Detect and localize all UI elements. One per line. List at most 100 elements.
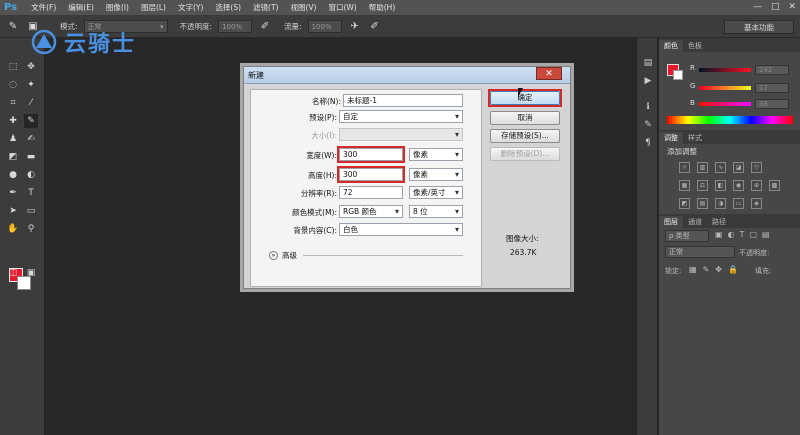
resolution-unit-select[interactable]: 像素/英寸 bbox=[409, 186, 463, 199]
marquee-tool-icon[interactable]: ⬚ bbox=[6, 60, 20, 74]
lock-paint-icon[interactable]: ✎ bbox=[703, 265, 710, 274]
height-unit-select[interactable]: 像素 bbox=[409, 168, 463, 181]
adjust-filter-icon[interactable]: ◐ bbox=[728, 230, 735, 239]
eyedropper-tool-icon[interactable]: ⁄ bbox=[24, 96, 38, 110]
type-filter-icon[interactable]: T bbox=[740, 230, 745, 239]
history-panel-icon[interactable]: ▤ bbox=[641, 56, 655, 70]
lock-position-icon[interactable]: ✥ bbox=[715, 265, 722, 274]
workspace-select[interactable]: 基本功能 bbox=[724, 20, 794, 34]
color-lookup-icon[interactable]: ▩ bbox=[769, 180, 780, 191]
hue-icon[interactable]: ▦ bbox=[679, 180, 690, 191]
tab-adjustments[interactable]: 调整 bbox=[659, 132, 683, 144]
minimize-button[interactable]: — bbox=[753, 2, 762, 12]
tab-color[interactable]: 颜色 bbox=[659, 40, 683, 52]
menu-layer[interactable]: 图层(L) bbox=[135, 2, 172, 13]
background-select[interactable]: 白色 bbox=[339, 223, 463, 236]
tool-presets-icon[interactable]: ✎ bbox=[641, 118, 655, 132]
dialog-close-button[interactable]: ✕ bbox=[536, 67, 562, 80]
move-tool-icon[interactable]: ✥ bbox=[24, 60, 38, 74]
menu-edit[interactable]: 编辑(E) bbox=[62, 2, 100, 13]
tab-layers[interactable]: 图层 bbox=[659, 216, 683, 228]
g-slider[interactable] bbox=[699, 86, 751, 90]
r-value-field[interactable]: 242 bbox=[755, 65, 789, 75]
menu-help[interactable]: 帮助(H) bbox=[363, 2, 402, 13]
type-tool-icon[interactable]: T bbox=[24, 186, 38, 200]
tab-channels[interactable]: 通道 bbox=[683, 216, 707, 228]
pixel-filter-icon[interactable]: ▣ bbox=[715, 230, 723, 239]
tab-paths[interactable]: 路径 bbox=[707, 216, 731, 228]
brightness-icon[interactable]: ☼ bbox=[679, 162, 690, 173]
panel-bg-swatch[interactable] bbox=[673, 70, 683, 80]
menu-type[interactable]: 文字(Y) bbox=[172, 2, 209, 13]
lasso-tool-icon[interactable]: ◌ bbox=[6, 78, 20, 92]
bit-depth-select[interactable]: 8 位 bbox=[409, 205, 463, 218]
levels-icon[interactable]: ▥ bbox=[697, 162, 708, 173]
dodge-tool-icon[interactable]: ◐ bbox=[24, 168, 38, 182]
path-select-tool-icon[interactable]: ➤ bbox=[6, 204, 20, 218]
advanced-toggle[interactable]: » 高级 bbox=[269, 250, 297, 261]
invert-icon[interactable]: ◩ bbox=[679, 198, 690, 209]
exposure-icon[interactable]: ◪ bbox=[733, 162, 744, 173]
brush-tool-icon[interactable]: ✎ bbox=[24, 114, 38, 128]
actions-panel-icon[interactable]: ▶ bbox=[641, 74, 655, 88]
screen-mode-icon[interactable]: ▣ bbox=[24, 266, 38, 280]
name-field[interactable]: 未标题-1 bbox=[343, 94, 463, 107]
b-value-field[interactable]: 36 bbox=[755, 99, 789, 109]
gradient-tool-icon[interactable]: ▬ bbox=[24, 150, 38, 164]
tab-swatches[interactable]: 色板 bbox=[683, 40, 707, 52]
pressure-opacity-icon[interactable]: ✐ bbox=[258, 20, 272, 34]
color-mode-select[interactable]: RGB 颜色 bbox=[339, 205, 403, 218]
curves-icon[interactable]: ∿ bbox=[715, 162, 726, 173]
quick-mask-icon[interactable]: ◫ bbox=[6, 266, 20, 280]
smart-filter-icon[interactable]: ▤ bbox=[762, 230, 770, 239]
menu-filter[interactable]: 滤镜(T) bbox=[247, 2, 284, 13]
menu-select[interactable]: 选择(S) bbox=[209, 2, 247, 13]
vibrance-icon[interactable]: ▽ bbox=[751, 162, 762, 173]
maximize-button[interactable]: □ bbox=[771, 2, 780, 12]
close-window-button[interactable]: ✕ bbox=[788, 2, 796, 12]
channel-mixer-icon[interactable]: ⊕ bbox=[751, 180, 762, 191]
menu-view[interactable]: 视图(V) bbox=[284, 2, 322, 13]
blur-tool-icon[interactable]: ● bbox=[6, 168, 20, 182]
shape-filter-icon[interactable]: ▢ bbox=[749, 230, 757, 239]
character-panel-icon[interactable]: ¶ bbox=[641, 136, 655, 150]
shape-tool-icon[interactable]: ▭ bbox=[24, 204, 38, 218]
history-brush-tool-icon[interactable]: ✍ bbox=[24, 132, 38, 146]
eraser-tool-icon[interactable]: ◩ bbox=[6, 150, 20, 164]
lock-all-icon[interactable]: 🔒 bbox=[728, 265, 738, 274]
menu-window[interactable]: 窗口(W) bbox=[322, 2, 362, 13]
healing-brush-tool-icon[interactable]: ✚ bbox=[6, 114, 20, 128]
cancel-button[interactable]: 取消 bbox=[490, 111, 560, 125]
properties-panel-icon[interactable]: ℹ bbox=[641, 100, 655, 114]
blend-mode-select[interactable]: 正常 bbox=[665, 246, 735, 258]
crop-tool-icon[interactable]: ⌗ bbox=[6, 96, 20, 110]
opacity-select[interactable]: 100% bbox=[218, 20, 253, 33]
save-preset-button[interactable]: 存储预设(S)... bbox=[490, 129, 560, 143]
preset-select[interactable]: 自定 bbox=[339, 110, 463, 123]
hand-tool-icon[interactable]: ✋ bbox=[6, 222, 20, 236]
tab-styles[interactable]: 样式 bbox=[683, 132, 707, 144]
pen-tool-icon[interactable]: ✒ bbox=[6, 186, 20, 200]
b-slider[interactable] bbox=[699, 102, 751, 106]
posterize-icon[interactable]: ▤ bbox=[697, 198, 708, 209]
quick-select-tool-icon[interactable]: ✦ bbox=[24, 78, 38, 92]
flow-select[interactable]: 100% bbox=[307, 20, 342, 33]
selective-color-icon[interactable]: ◈ bbox=[751, 198, 762, 209]
menu-file[interactable]: 文件(F) bbox=[25, 2, 62, 13]
layer-kind-filter[interactable]: ρ 类型 bbox=[665, 230, 709, 242]
brush-preset-icon[interactable]: ✎ bbox=[6, 20, 20, 34]
color-spectrum[interactable] bbox=[667, 116, 793, 124]
airbrush-icon[interactable]: ✈ bbox=[348, 20, 362, 34]
threshold-icon[interactable]: ◑ bbox=[715, 198, 726, 209]
clone-stamp-tool-icon[interactable]: ♟ bbox=[6, 132, 20, 146]
black-white-icon[interactable]: ◧ bbox=[715, 180, 726, 191]
photo-filter-icon[interactable]: ◉ bbox=[733, 180, 744, 191]
r-slider[interactable] bbox=[699, 68, 751, 72]
resolution-field[interactable]: 72 bbox=[339, 186, 403, 199]
gradient-map-icon[interactable]: ▭ bbox=[733, 198, 744, 209]
menu-image[interactable]: 图像(I) bbox=[100, 2, 135, 13]
g-value-field[interactable]: 17 bbox=[755, 83, 789, 93]
lock-pixels-icon[interactable]: ▦ bbox=[689, 265, 697, 274]
color-balance-icon[interactable]: ⚖ bbox=[697, 180, 708, 191]
zoom-tool-icon[interactable]: ⚲ bbox=[24, 222, 38, 236]
